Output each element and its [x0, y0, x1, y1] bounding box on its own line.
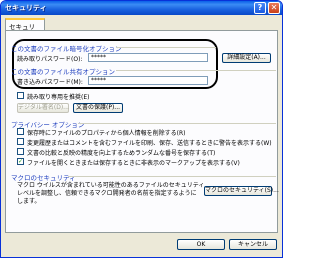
- group-divider: [116, 47, 216, 48]
- privacy-checkbox-markup[interactable]: ✓: [17, 158, 24, 165]
- security-dialog: セキュリティ ? ✕ セキュリティ この文書のファイル暗号化オプション 読み取り…: [0, 0, 283, 258]
- dialog-title: セキュリティ: [5, 4, 47, 12]
- tab-security[interactable]: セキュリティ: [5, 18, 45, 41]
- macro-security-button[interactable]: マクロのセキュリティ(S)...: [204, 186, 279, 196]
- open-password-label: 読み取りパスワード(O):: [17, 56, 83, 63]
- title-bar: セキュリティ ? ✕: [1, 1, 282, 15]
- encryption-group-title: この文書のファイル暗号化オプション: [11, 45, 122, 53]
- ok-button[interactable]: OK: [177, 239, 225, 250]
- macro-description: マクロ ウイルスが含まれている可能性のあるファイルのセキュリティ レベルを調整し…: [17, 182, 205, 205]
- privacy-checkbox-random-number[interactable]: [17, 148, 24, 155]
- macro-group-title: マクロのセキュリティ: [11, 174, 76, 182]
- privacy-option-label: 文書の比較と反映の精度を向上するためランダムな番号を保存する(T): [27, 150, 216, 157]
- privacy-option-label: 変更履歴またはコメントを含むファイルを印刷、保存、送信するときに警告を表示する(…: [27, 140, 272, 147]
- tab-panel: この文書のファイル暗号化オプション 読み取りパスワード(O): ***** 詳細…: [5, 30, 279, 233]
- help-button[interactable]: ?: [254, 2, 266, 14]
- group-divider: [116, 70, 276, 71]
- group-divider: [68, 176, 276, 177]
- modify-password-label: 書き込みパスワード(M):: [17, 79, 83, 86]
- advanced-button[interactable]: 詳細設定(A)...: [222, 53, 271, 63]
- protect-document-button[interactable]: 文書の保護(P)...: [73, 103, 123, 113]
- open-password-input[interactable]: *****: [88, 53, 208, 62]
- privacy-option-label: ファイルを開くときまたは保存するときに非表示のマークアップを表示する(V): [27, 160, 240, 167]
- privacy-option-label: 保存時にファイルのプロパティから個人情報を削除する(R): [27, 130, 186, 137]
- readonly-label: 読み取り専用を推奨(E): [27, 94, 90, 101]
- sharing-group-title: この文書のファイル共有オプション: [11, 68, 115, 76]
- privacy-checkbox-remove-info[interactable]: [17, 128, 24, 135]
- modify-password-input[interactable]: *****: [88, 76, 208, 85]
- group-divider: [78, 123, 276, 124]
- close-button[interactable]: ✕: [268, 2, 280, 14]
- readonly-checkbox[interactable]: [17, 92, 24, 99]
- cancel-button[interactable]: キャンセル: [229, 239, 277, 250]
- digital-signature-button[interactable]: デジタル署名(D)...: [17, 103, 69, 113]
- privacy-checkbox-warn[interactable]: [17, 138, 24, 145]
